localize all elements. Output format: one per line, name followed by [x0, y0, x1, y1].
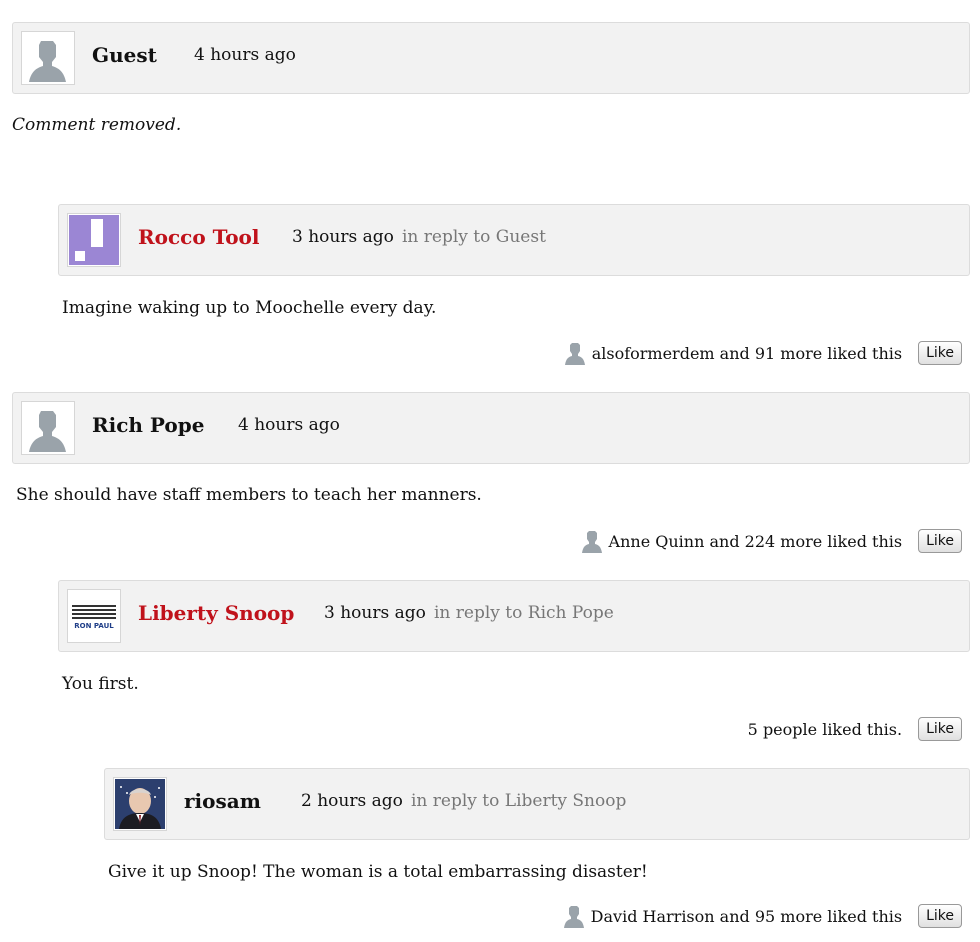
liker-avatar-icon — [581, 531, 602, 553]
likes-count[interactable]: alsoformerdem and 91 more liked this — [592, 344, 902, 363]
comment-body: Comment removed. — [12, 115, 182, 135]
comment-header: Guest 4 hours ago — [12, 22, 970, 94]
liker-avatar-icon — [564, 343, 585, 365]
ron-paul-logo-icon: RON PAUL — [69, 591, 119, 641]
comment-header: riosam 2 hours ago in reply to Liberty S… — [104, 768, 970, 840]
comment-rich-pope: Rich Pope 4 hours ago She should have st… — [12, 392, 970, 558]
comment-time[interactable]: 4 hours ago — [238, 415, 340, 435]
comment-body: Imagine waking up to Moochelle every day… — [62, 298, 437, 318]
avatar[interactable] — [21, 401, 75, 455]
like-button[interactable]: Like — [918, 529, 962, 553]
in-reply-to-link[interactable]: in reply to Liberty Snoop — [411, 791, 626, 811]
liker-avatar-icon — [563, 906, 584, 928]
comment-time[interactable]: 3 hours ago — [324, 603, 426, 623]
like-button[interactable]: Like — [918, 904, 962, 928]
comment-author[interactable]: Liberty Snoop — [138, 601, 294, 625]
exclamation-avatar-icon — [69, 215, 119, 265]
comment-author[interactable]: riosam — [184, 789, 261, 813]
avatar[interactable] — [113, 777, 167, 831]
comment-time[interactable]: 4 hours ago — [194, 45, 296, 65]
default-user-icon — [29, 41, 66, 82]
user-photo-icon — [115, 779, 165, 829]
avatar[interactable] — [67, 213, 121, 267]
comment-guest: Guest 4 hours ago Comment removed. — [12, 22, 970, 152]
likes-row: alsoformerdem and 91 more liked this Lik… — [564, 339, 962, 367]
like-button[interactable]: Like — [918, 341, 962, 365]
comment-body: You first. — [62, 674, 139, 694]
ron-paul-logo-text: RON PAUL — [74, 622, 114, 630]
likes-row: Anne Quinn and 224 more liked this Like — [581, 527, 962, 555]
default-user-icon — [29, 411, 66, 452]
in-reply-to-link[interactable]: in reply to Guest — [402, 227, 546, 247]
likes-count[interactable]: Anne Quinn and 224 more liked this — [609, 532, 903, 551]
like-button[interactable]: Like — [918, 717, 962, 741]
comment-author[interactable]: Rocco Tool — [138, 225, 259, 249]
likes-count[interactable]: 5 people liked this. — [748, 720, 902, 739]
comment-riosam: riosam 2 hours ago in reply to Liberty S… — [104, 768, 970, 934]
avatar[interactable]: RON PAUL — [67, 589, 121, 643]
comment-body: She should have staff members to teach h… — [16, 485, 482, 505]
comment-time[interactable]: 3 hours ago — [292, 227, 394, 247]
likes-row: 5 people liked this. Like — [748, 715, 962, 743]
comment-time[interactable]: 2 hours ago — [301, 791, 403, 811]
comment-author[interactable]: Guest — [92, 43, 157, 67]
in-reply-to-link[interactable]: in reply to Rich Pope — [434, 603, 614, 623]
comment-author[interactable]: Rich Pope — [92, 413, 204, 437]
comment-header: Rocco Tool 3 hours ago in reply to Guest — [58, 204, 970, 276]
avatar[interactable] — [21, 31, 75, 85]
comment-rocco-tool: Rocco Tool 3 hours ago in reply to Guest… — [58, 204, 970, 370]
comment-header: RON PAUL Liberty Snoop 3 hours ago in re… — [58, 580, 970, 652]
comment-liberty-snoop: RON PAUL Liberty Snoop 3 hours ago in re… — [58, 580, 970, 746]
comment-header: Rich Pope 4 hours ago — [12, 392, 970, 464]
likes-count[interactable]: David Harrison and 95 more liked this — [591, 907, 902, 926]
comment-body: Give it up Snoop! The woman is a total e… — [108, 862, 648, 882]
likes-row: David Harrison and 95 more liked this Li… — [563, 902, 962, 930]
